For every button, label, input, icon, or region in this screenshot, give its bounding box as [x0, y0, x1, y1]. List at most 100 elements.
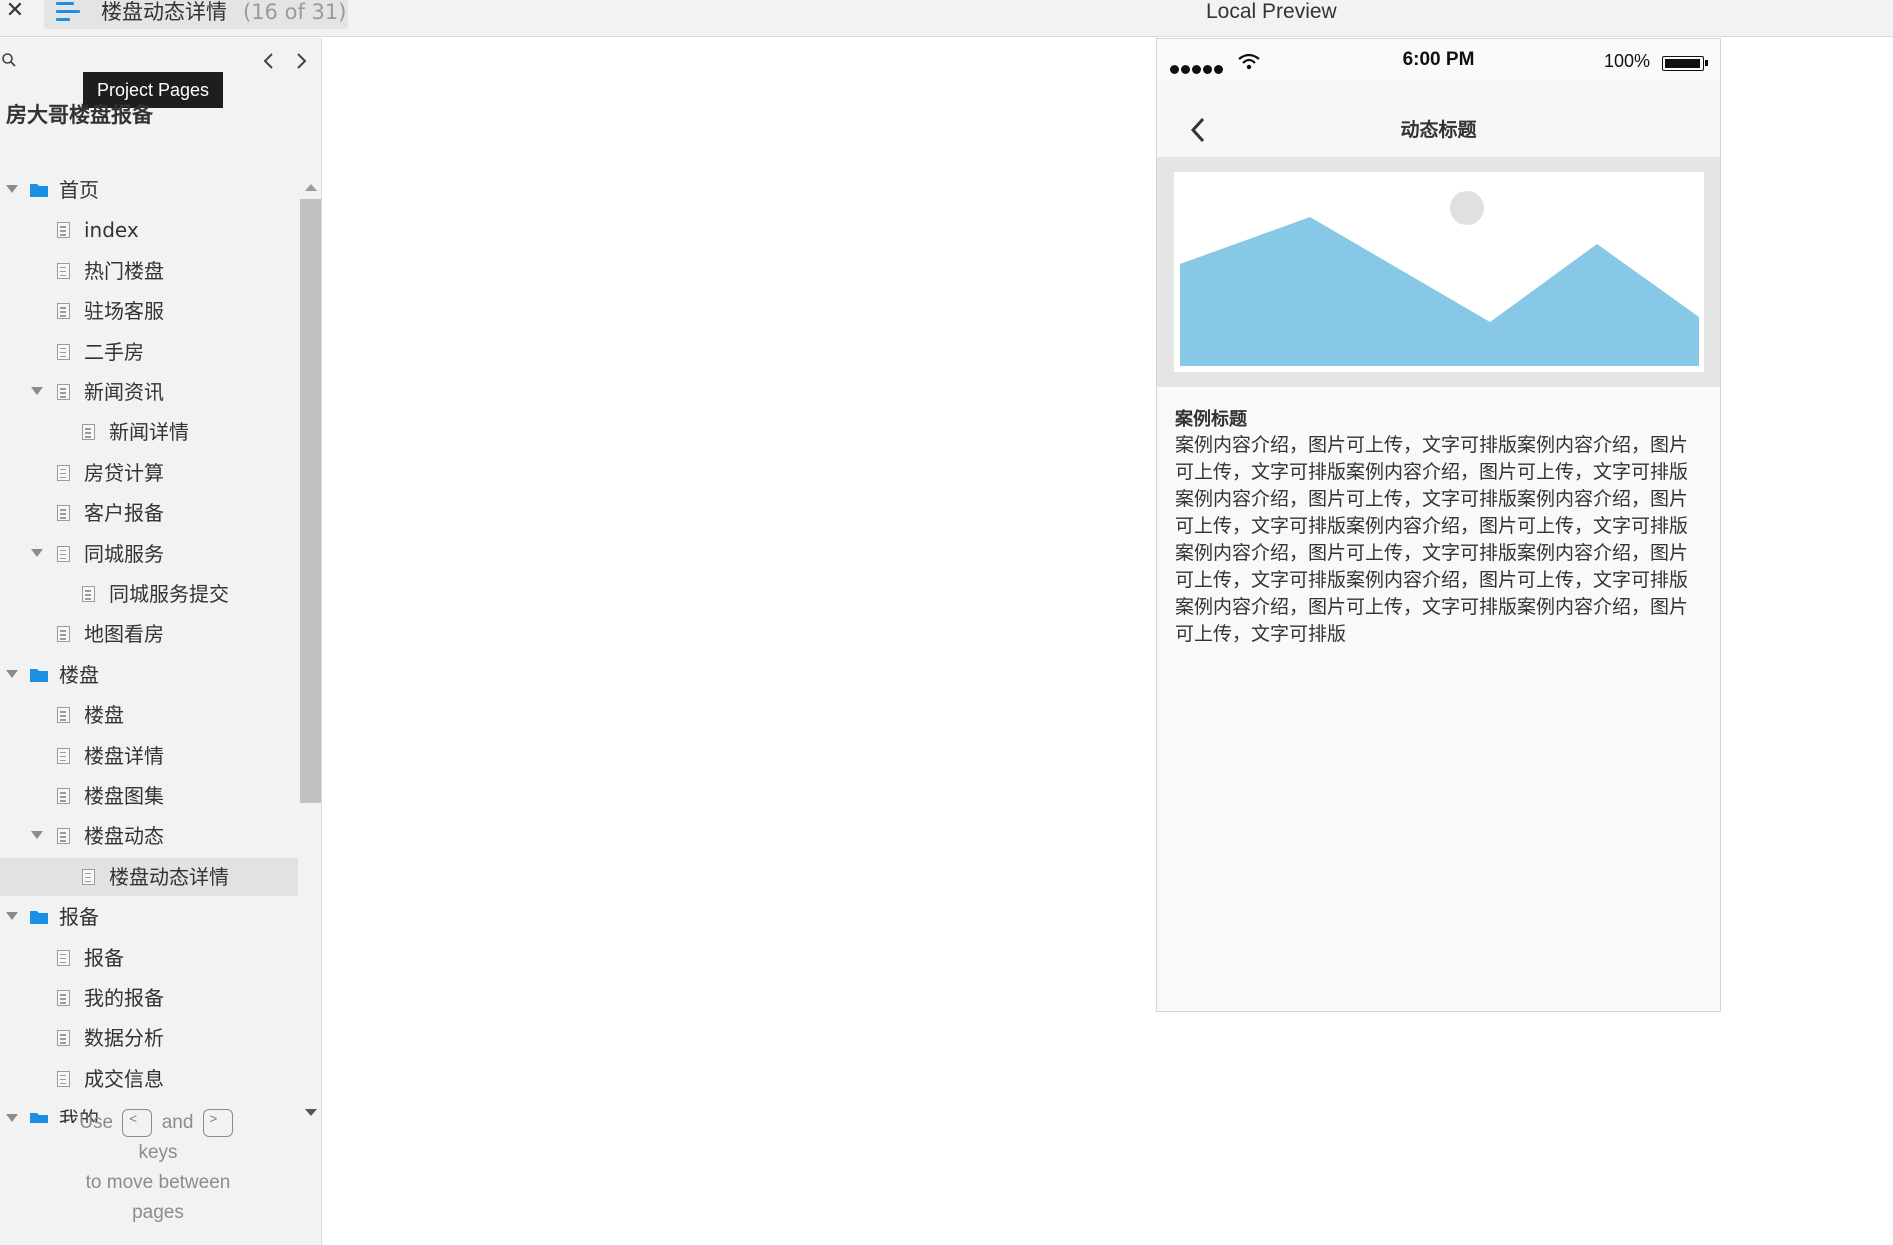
status-bar: 6:00 PM 100% [1157, 39, 1720, 79]
tree-page[interactable]: 二手房 [0, 333, 298, 371]
current-page-name: 楼盘动态详情 [101, 0, 227, 24]
case-body: 案例内容介绍，图片可上传，文字可排版案例内容介绍，图片可上传，文字可排版案例内容… [1175, 434, 1689, 645]
tree-label: 楼盘 [59, 662, 99, 687]
chevron-right-icon[interactable] [292, 50, 310, 72]
tree-label: 报备 [84, 945, 124, 970]
page-icon [57, 222, 70, 239]
hero-image-frame [1157, 157, 1720, 387]
tree-label: 首页 [59, 178, 99, 202]
caret-down-icon[interactable] [31, 548, 43, 557]
battery-percent: 100% [1604, 51, 1651, 71]
folder-icon [30, 184, 48, 197]
tree-page[interactable]: 新闻资讯 [0, 373, 298, 411]
preview-title: Local Preview [1206, 0, 1337, 23]
tree-folder[interactable]: 报备 [0, 898, 298, 936]
folder-icon [30, 911, 48, 925]
tree-page[interactable]: 热门楼盘 [0, 252, 298, 290]
scroll-up-arrow-icon[interactable] [305, 184, 317, 191]
help-line-3: to move between [85, 1172, 231, 1193]
tree-label: 同城服务提交 [109, 582, 229, 606]
scroll-thumb[interactable] [300, 199, 321, 803]
help-use: Use [79, 1112, 114, 1133]
page-icon [57, 303, 70, 320]
page-icon [57, 343, 70, 360]
tree-label: 地图看房 [84, 622, 164, 647]
caret-down-icon[interactable] [31, 831, 43, 840]
tree-label: 我的报备 [84, 986, 164, 1010]
page-icon [57, 990, 70, 1006]
tree-page[interactable]: 楼盘动态详情 [0, 857, 298, 896]
page-icon [57, 1070, 70, 1087]
tree-page[interactable]: 数据分析 [0, 1019, 298, 1057]
caret-down-icon[interactable] [6, 669, 18, 678]
search-icon[interactable] [1, 52, 17, 68]
tree-label: 楼盘图集 [84, 784, 164, 808]
keyboard-help: Use < and > keys to move between pages [0, 1108, 316, 1228]
page-icon [57, 464, 70, 481]
tree-label: 新闻详情 [109, 420, 189, 445]
tree-label: 数据分析 [84, 1026, 164, 1051]
tree-page[interactable]: 同城服务提交 [0, 575, 298, 613]
tree-page[interactable]: 楼盘 [0, 696, 298, 734]
image-placeholder-icon [1174, 172, 1704, 372]
tree-label: index [84, 218, 139, 243]
prev-key-icon: < [122, 1108, 153, 1137]
tree-label: 驻场客服 [84, 299, 164, 324]
help-line-2: keys [138, 1142, 178, 1163]
close-icon[interactable]: ✕ [4, 0, 26, 24]
tree-page[interactable]: 楼盘图集 [0, 777, 298, 815]
battery-icon [1662, 56, 1708, 71]
page-icon [57, 545, 70, 562]
caret-down-icon[interactable] [6, 185, 18, 193]
page-icon [57, 262, 70, 279]
folder-icon [30, 668, 48, 682]
tree-label: 楼盘动态 [84, 824, 164, 849]
tree-page[interactable]: 我的报备 [0, 979, 298, 1017]
page-icon [57, 384, 70, 400]
page-icon [57, 828, 70, 845]
tree-label: 成交信息 [84, 1066, 164, 1091]
help-line-4: pages [132, 1202, 184, 1223]
page-icon [57, 949, 70, 966]
page-icon [57, 707, 70, 724]
tree-page[interactable]: 报备 [0, 939, 298, 977]
tree-page[interactable]: 驻场客服 [0, 292, 298, 330]
page-icon [57, 1030, 70, 1047]
phone-preview: 6:00 PM 100% 动态标题 案例标题 案例内容介绍，图片可上传，文字可排… [1156, 38, 1721, 1012]
tree-label: 房贷计算 [84, 460, 164, 485]
tree-label: 报备 [59, 905, 99, 930]
page-tree: 首页 index 热门楼盘驻场客服二手房新闻资讯新闻详情房贷计算客户报备同城服务同城… [0, 171, 298, 1123]
tree-page[interactable]: 楼盘动态 [0, 817, 298, 855]
tree-folder[interactable]: 楼盘 [0, 656, 298, 694]
page-icon [57, 747, 70, 764]
tree-page[interactable]: 客户报备 [0, 494, 298, 532]
caret-down-icon[interactable] [6, 912, 18, 921]
tree-page[interactable]: 新闻详情 [0, 413, 298, 451]
tree-label: 同城服务 [84, 541, 164, 566]
scrollbar[interactable] [300, 178, 321, 1120]
chevron-left-icon[interactable] [260, 50, 278, 72]
page-icon [57, 505, 70, 522]
page-icon [82, 586, 95, 602]
tree-page[interactable]: 地图看房 [0, 615, 298, 653]
tree-page[interactable]: 楼盘详情 [0, 737, 298, 775]
page-icon [82, 424, 95, 441]
case-title: 案例标题 [1175, 409, 1247, 430]
page-icon [57, 626, 70, 643]
tree-page[interactable]: 房贷计算 [0, 454, 298, 492]
page-icon [82, 868, 95, 885]
page-count: (16 of 31) [243, 0, 347, 24]
top-bar: ✕ 楼盘动态详情 (16 of 31) Local Preview [0, 0, 1893, 37]
page-selector[interactable]: 楼盘动态详情 (16 of 31) [44, 0, 348, 29]
tree-page[interactable]: index [0, 211, 298, 249]
tree-folder[interactable]: 首页 [0, 171, 298, 209]
project-name: 房大哥楼盘报备 [6, 103, 153, 127]
tree-page[interactable]: 成交信息 [0, 1060, 298, 1098]
tree-label: 新闻资讯 [84, 380, 164, 404]
caret-down-icon[interactable] [31, 387, 43, 395]
tree-page[interactable]: 同城服务 [0, 535, 298, 573]
menu-icon[interactable] [56, 2, 80, 22]
nav-title: 动态标题 [1400, 119, 1477, 141]
tree-label: 楼盘动态详情 [109, 864, 229, 889]
next-key-icon: > [202, 1108, 233, 1137]
